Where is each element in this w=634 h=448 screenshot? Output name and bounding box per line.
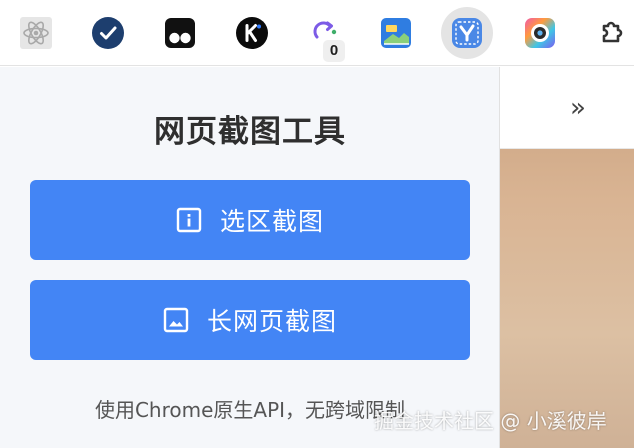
watermark: 掘金技术社区 @ 小溪彼岸 <box>374 409 607 433</box>
camera-lens-icon <box>525 18 555 48</box>
chevron-double-right-icon[interactable]: » <box>570 94 586 122</box>
puzzle-icon <box>602 21 623 43</box>
region-screenshot-button[interactable]: 选区截图 <box>30 180 470 260</box>
checkmark-circle-icon <box>92 17 124 49</box>
background-page-topbar <box>500 67 634 149</box>
kimi-extension-button[interactable] <box>226 7 278 59</box>
kimi-k-icon <box>236 17 268 49</box>
screenshot-tool-icon <box>452 18 482 48</box>
extension-badge-count: 0 <box>323 40 345 62</box>
info-square-icon <box>176 207 202 233</box>
popup-title: 网页截图工具 <box>154 114 346 150</box>
long-page-screenshot-label: 长网页截图 <box>206 307 337 336</box>
background-page <box>500 67 634 448</box>
color-picker-extension-button[interactable] <box>514 7 566 59</box>
long-page-screenshot-button[interactable]: 长网页截图 <box>30 280 470 360</box>
tampermonkey-icon <box>165 18 195 48</box>
extensions-menu-button[interactable] <box>586 7 634 59</box>
image-icon <box>163 307 189 333</box>
redirect-extension-button[interactable]: 0 <box>298 7 350 62</box>
tampermonkey-extension-button[interactable] <box>154 7 206 59</box>
region-screenshot-label: 选区截图 <box>219 207 324 236</box>
web-screenshot-extension-button[interactable] <box>441 7 493 59</box>
ticktick-extension-button[interactable] <box>82 7 134 59</box>
extension-toolbar: 0 <box>0 0 634 66</box>
image-extension-button[interactable] <box>370 7 422 59</box>
landscape-icon <box>381 18 411 48</box>
react-icon <box>20 17 52 49</box>
react-devtools-extension-button[interactable] <box>10 7 62 59</box>
